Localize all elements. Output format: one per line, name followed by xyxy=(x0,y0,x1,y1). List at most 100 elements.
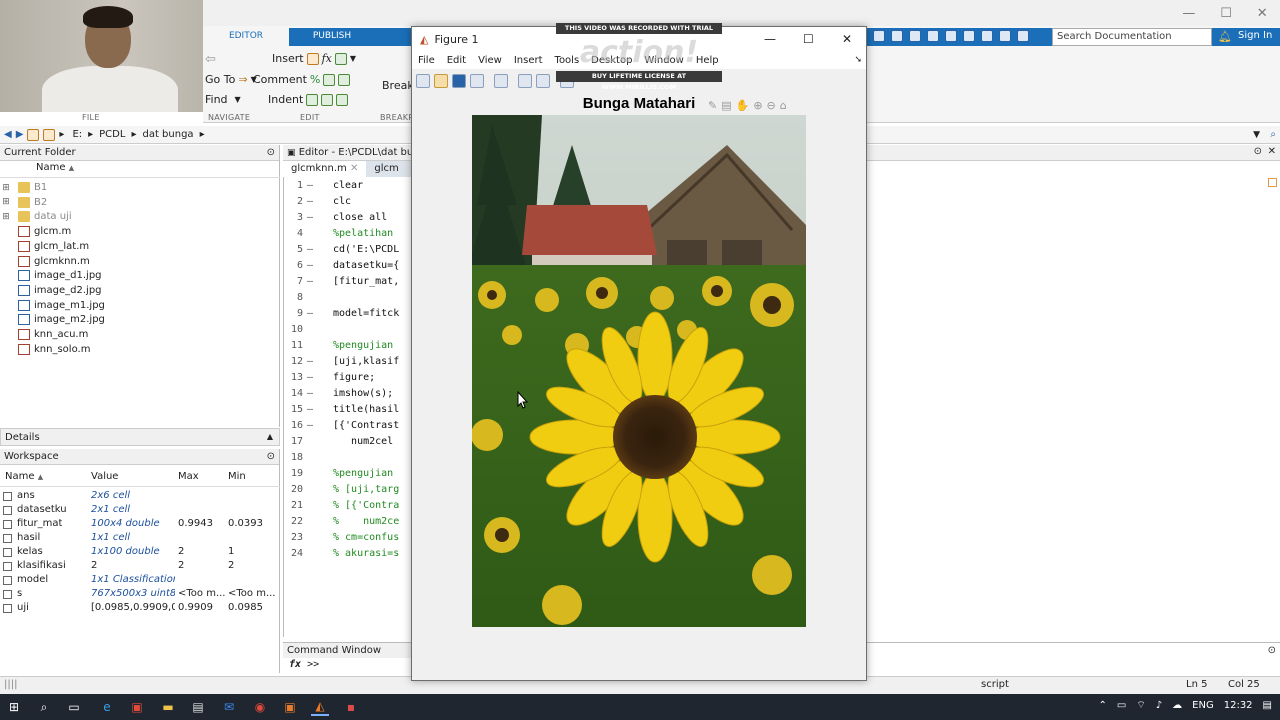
breakpoint-gutter[interactable]: – xyxy=(303,356,317,367)
fx-icon[interactable]: fx xyxy=(289,659,301,670)
line-number[interactable]: 9 xyxy=(283,308,303,319)
mail-icon[interactable]: ✉ xyxy=(220,698,238,716)
bell-icon[interactable]: 🔔︎ xyxy=(1218,30,1232,43)
workspace-row[interactable]: model 1x1 Classification... xyxy=(0,574,280,588)
back-icon[interactable]: ◀ xyxy=(4,129,12,140)
link-plot-icon[interactable] xyxy=(494,74,508,88)
folder-item[interactable]: ⊞ B1 xyxy=(0,180,280,195)
print-icon[interactable] xyxy=(470,74,484,88)
clock[interactable]: 12:32 xyxy=(1224,700,1253,711)
code-line[interactable]: 2– clc xyxy=(283,196,411,212)
line-number[interactable]: 5 xyxy=(283,244,303,255)
battery-icon[interactable]: ▭ xyxy=(1117,700,1126,711)
zoom-out-icon[interactable]: ⊖ xyxy=(767,99,776,112)
expand-icon[interactable]: ⊞ xyxy=(0,197,12,207)
folder-item[interactable]: image_m1.jpg xyxy=(0,298,280,313)
up-folder-icon[interactable] xyxy=(27,128,40,141)
community-icon[interactable] xyxy=(1017,30,1029,42)
zoom-in-icon[interactable]: ⊕ xyxy=(753,99,762,112)
go-to-button[interactable]: Go To ⇒ ▼ xyxy=(205,73,257,86)
arrow-left-icon[interactable]: ⇦ xyxy=(205,52,216,67)
minimize-icon[interactable]: — xyxy=(764,32,776,46)
maximize-icon[interactable]: ☐ xyxy=(803,32,814,46)
uncomment-icon[interactable] xyxy=(323,73,336,86)
menu-view[interactable]: View xyxy=(478,55,502,66)
task-view-icon[interactable]: ▭ xyxy=(65,698,83,716)
function-icon[interactable] xyxy=(334,52,347,65)
chrome-icon[interactable]: ◉ xyxy=(251,698,269,716)
breakpoint-gutter[interactable]: – xyxy=(303,212,317,223)
store-icon[interactable]: ▤ xyxy=(189,698,207,716)
tab-glcmknn[interactable]: glcmknn.m ✕ xyxy=(283,161,367,177)
line-number[interactable]: 3 xyxy=(283,212,303,223)
folder-item[interactable]: glcmknn.m xyxy=(0,254,280,269)
breakpoint-gutter[interactable]: – xyxy=(303,196,317,207)
code-line[interactable]: 4 %pelatihan xyxy=(283,228,411,244)
code-line[interactable]: 7– [fitur_mat, xyxy=(283,276,411,292)
new-figure-icon[interactable] xyxy=(416,74,430,88)
wrap-icon[interactable] xyxy=(338,73,351,86)
find-button[interactable]: Find ▼ xyxy=(205,93,241,106)
folder-item[interactable]: ⊞ data uji xyxy=(0,209,280,224)
line-number[interactable]: 7 xyxy=(283,276,303,287)
folder-item[interactable]: knn_solo.m xyxy=(0,342,280,357)
volume-icon[interactable]: ♪ xyxy=(1156,700,1162,711)
matlab-icon[interactable]: ◭ xyxy=(311,698,329,716)
collapse-icon[interactable]: ▲ xyxy=(267,432,273,441)
code-line[interactable]: 12– [uji,klasif xyxy=(283,356,411,372)
paste-icon[interactable] xyxy=(927,30,939,42)
chevron-up-icon[interactable]: ⌃ xyxy=(1099,700,1107,711)
breakpoint-gutter[interactable]: – xyxy=(303,420,317,431)
line-number[interactable]: 15 xyxy=(283,404,303,415)
code-line[interactable]: 1– clear xyxy=(283,180,411,196)
maximize-icon[interactable]: ☐ xyxy=(1220,6,1232,21)
panel-menu-icon[interactable]: ⊙ xyxy=(1254,146,1262,157)
workspace-row[interactable]: uji [0.0985,0.9909,0....0.9909 0.0985 xyxy=(0,602,280,616)
code-line[interactable]: 23 % cm=confus xyxy=(283,532,411,548)
code-line[interactable]: 8 xyxy=(283,292,411,308)
tab-publish[interactable]: PUBLISH xyxy=(289,28,375,46)
code-line[interactable]: 11 %pengujian xyxy=(283,340,411,356)
line-number[interactable]: 6 xyxy=(283,260,303,271)
tab-glcm[interactable]: glcm xyxy=(366,161,406,177)
line-number[interactable]: 16 xyxy=(283,420,303,431)
line-number[interactable]: 11 xyxy=(283,340,303,351)
comment-button[interactable]: Comment % xyxy=(253,73,351,86)
breakpoint-gutter[interactable]: – xyxy=(303,388,317,399)
windows-start-icon[interactable]: ⊞ xyxy=(5,698,23,716)
edge-browser-icon[interactable]: e xyxy=(98,698,116,716)
save-icon[interactable] xyxy=(452,74,466,88)
search-folder-icon[interactable]: ⌕ xyxy=(1270,129,1276,140)
cloud-icon[interactable]: ☁ xyxy=(1172,700,1182,711)
breakpoint-gutter[interactable]: – xyxy=(303,276,317,287)
code-line[interactable]: 15– title(hasil xyxy=(283,404,411,420)
network-icon[interactable]: ⌔ xyxy=(1136,699,1145,712)
app-orange-icon[interactable]: ▣ xyxy=(281,698,299,716)
file-explorer-icon[interactable]: ▬ xyxy=(159,698,177,716)
folder-item[interactable]: glcm.m xyxy=(0,224,280,239)
line-number[interactable]: 4 xyxy=(283,228,303,239)
breadcrumb-pcdl[interactable]: PCDL xyxy=(99,129,125,140)
redo-icon[interactable] xyxy=(963,30,975,42)
indent-left-icon[interactable] xyxy=(336,93,349,106)
line-number[interactable]: 18 xyxy=(283,452,303,463)
notifications-icon[interactable]: ▤ xyxy=(1263,700,1272,711)
line-number[interactable]: 17 xyxy=(283,436,303,447)
code-line[interactable]: 20 % [uji,targ xyxy=(283,484,411,500)
line-number[interactable]: 14 xyxy=(283,388,303,399)
close-icon[interactable]: ✕ xyxy=(842,32,852,46)
line-number[interactable]: 24 xyxy=(283,548,303,559)
breadcrumb-drive[interactable]: E: xyxy=(72,129,82,140)
search-icon[interactable]: ⌕ xyxy=(1199,30,1205,44)
ws-col-value[interactable]: Value xyxy=(91,471,118,482)
menu-insert[interactable]: Insert xyxy=(514,55,543,66)
search-documentation-input[interactable]: Search Documentation xyxy=(1052,28,1212,46)
data-tip-icon[interactable]: ▤ xyxy=(721,99,731,112)
pan-icon[interactable]: ✋ xyxy=(736,99,750,112)
indent-button[interactable]: Indent xyxy=(268,93,349,106)
code-line[interactable]: 18 xyxy=(283,452,411,468)
ws-col-max[interactable]: Max xyxy=(178,471,199,482)
browse-folder-icon[interactable] xyxy=(43,128,56,141)
back-forward-buttons[interactable]: ⇦ xyxy=(205,52,216,67)
code-line[interactable]: 9– model=fitck xyxy=(283,308,411,324)
